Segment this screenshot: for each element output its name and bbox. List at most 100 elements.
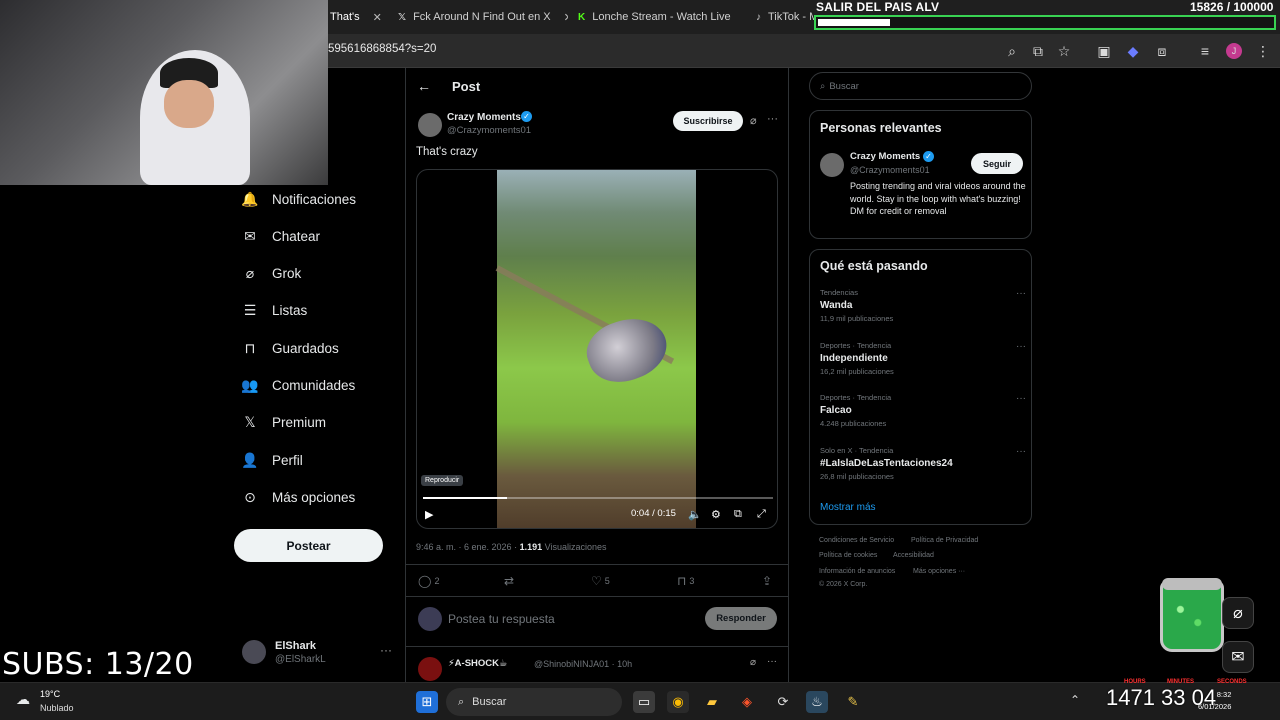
video-progress-bar[interactable] [423,497,773,499]
more-icon[interactable]: ··· [1016,288,1026,299]
trend-posts: 16,2 mil publicaciones [820,366,894,376]
footer-link[interactable]: Más opciones ··· [913,568,965,575]
account-switcher[interactable]: ElShark @ElSharkL ··· [242,638,400,672]
repost-action[interactable]: ⇄ [504,574,517,588]
trend-item[interactable]: Solo en X · Tendencia #LaIslaDeLasTentaci… [820,446,1026,481]
reply-button[interactable]: Responder [705,607,777,630]
timer-hours-label: HOURS [1124,679,1146,685]
subscribe-button[interactable]: Suscribirse [673,111,743,131]
nav-item-chatear[interactable]: ✉ Chatear [242,228,320,244]
share-action[interactable]: ⇪ [762,574,772,588]
author-name[interactable]: Crazy Moments [447,112,521,123]
system-clock[interactable]: 8:32 6/01/2026 [1198,689,1231,713]
more-icon[interactable]: ··· [767,113,778,125]
trend-item[interactable]: Tendencias Wanda 11,9 mil publicaciones ··· [820,288,1026,323]
playlist-icon[interactable]: ≡ [1196,42,1214,60]
grok-icon[interactable]: ⌀ [750,114,757,127]
bookmark-count: 3 [689,576,695,586]
steam-icon[interactable]: ♨ [806,691,828,713]
nav-item-más-opciones[interactable]: ⊙ Más opciones [242,489,355,505]
nav-item-guardados[interactable]: ⊓ Guardados [242,340,339,356]
divider [405,564,789,565]
brave-icon[interactable]: ◈ [736,691,758,713]
puzzle-icon[interactable]: ⧈ [1153,42,1171,60]
like-action[interactable]: ♡ 5 [591,574,610,588]
chevron-up-icon[interactable]: ⌃ [1070,693,1080,707]
more-icon[interactable]: ··· [1016,393,1026,404]
taskbar-search[interactable]: ⌕ Buscar [446,688,622,716]
nav-item-premium[interactable]: 𝕏 Premium [242,414,326,431]
nav-item-notificaciones[interactable]: 🔔 Notificaciones [241,191,356,207]
avatar[interactable] [820,153,844,177]
footer-link[interactable]: © 2026 X Corp. [819,581,867,588]
bookmark-action[interactable]: ⊓ 3 [677,574,694,588]
mail-icon[interactable]: ✉ [1222,641,1254,673]
profile-avatar-icon[interactable]: J [1226,43,1242,59]
search-input[interactable]: ⌕ Buscar [809,72,1032,100]
extension-icon[interactable]: ▣ [1095,42,1113,60]
grok-icon[interactable]: ⌀ [750,657,756,668]
nav-item-perfil[interactable]: 👤 Perfil [241,452,302,468]
post-button[interactable]: Postear [234,529,383,562]
nav-item-comunidades[interactable]: 👥 Comunidades [241,377,355,394]
volume-icon[interactable]: 🔈 [688,508,702,521]
video-player[interactable]: Reproducir ▶ 0:04 / 0:15 🔈 ⚙ ⧉ ⤢ [416,169,778,529]
footer-link[interactable]: Accesibilidad [893,552,934,559]
x-logo-icon: 𝕏 [398,11,407,23]
pip-icon[interactable]: ⧉ [734,508,742,521]
zoom-icon[interactable]: ⌕ [1003,42,1021,60]
app-icon[interactable]: ✎ [842,691,864,713]
reply-action[interactable]: ◯ 2 [418,574,439,588]
task-view-icon[interactable]: ▭ [633,691,655,713]
bookmark-star-icon[interactable]: ☆ [1055,42,1073,60]
grok-icon[interactable]: ⌀ [1222,597,1254,629]
footer-link[interactable]: Información de anuncios [819,568,895,575]
windows-start-icon[interactable]: ⊞ [416,691,438,713]
menu-kebab-icon[interactable]: ⋮ [1254,42,1272,60]
footer-link[interactable]: Condiciones de Servicio [819,537,894,544]
trend-item[interactable]: Deportes · Tendencia Independiente 16,2 mi… [820,341,1026,376]
nav-item-grok[interactable]: ⌀ Grok [242,265,301,282]
nav-item-listas[interactable]: ☰ Listas [242,302,308,319]
reply-author-handle: @ShinobiNINJA01 · 10h [534,659,633,669]
author-handle[interactable]: @Crazymoments01 [447,125,531,136]
app-icon[interactable]: ⟳ [772,691,794,713]
footer-link[interactable]: Política de cookies [819,552,877,559]
follow-button[interactable]: Seguir [971,153,1023,174]
views-label: Visualizaciones [544,542,607,552]
reply-author-name[interactable]: ⚡A-SHOCK☕ [448,658,508,669]
reply-input[interactable]: Postea tu respuesta [448,612,555,626]
settings-icon[interactable]: ⚙ [711,508,721,521]
bookmark-icon: ⊓ [244,339,256,356]
more-icon[interactable]: ··· [380,643,392,657]
tab-label: TikTok - Make Your Day [768,11,814,23]
trend-name: Independiente [820,352,888,364]
close-tab-icon[interactable]: ✕ [564,11,568,24]
webcam-overlay [0,0,328,185]
footer-link[interactable]: Política de Privacidad [911,537,978,544]
tab-current-post[interactable]: That's ✕ [330,4,382,30]
url-text[interactable]: 595616868854?s=20 [328,43,436,55]
cast-icon[interactable]: ⧉ [1029,42,1047,60]
video-time: 0:04 / 0:15 [631,508,676,519]
vpn-extension-icon[interactable]: ◆ [1124,42,1142,60]
chrome-icon[interactable]: ◉ [667,691,689,713]
show-more-link[interactable]: Mostrar más [820,502,876,513]
relevant-name[interactable]: Crazy Moments [850,151,920,162]
fullscreen-icon[interactable]: ⤢ [757,508,766,521]
play-icon[interactable]: ▶ [425,508,433,521]
tab-lonche-stream[interactable]: K Lonche Stream - Watch Live ✕ [578,4,743,30]
folder-icon[interactable]: ▰ [701,691,723,713]
back-arrow-icon[interactable]: ← [417,78,431,94]
more-icon[interactable]: ··· [1016,446,1026,457]
verified-badge-icon: ✓ [923,151,934,162]
author-avatar[interactable] [418,113,442,137]
more-icon[interactable]: ··· [1016,341,1026,352]
close-tab-icon[interactable]: ✕ [373,11,382,24]
timer-seconds-label: SECONDS [1217,679,1247,685]
tab-tiktok[interactable]: ♪ TikTok - Make Your Day [756,4,814,30]
tab-fck-around[interactable]: 𝕏 Fck Around N Find Out en X ✕ [398,4,568,30]
more-icon[interactable]: ··· [767,656,777,667]
tip-jar-lid [1162,578,1222,590]
trend-item[interactable]: Deportes · Tendencia Falcao 4.248 publicac… [820,393,1026,428]
